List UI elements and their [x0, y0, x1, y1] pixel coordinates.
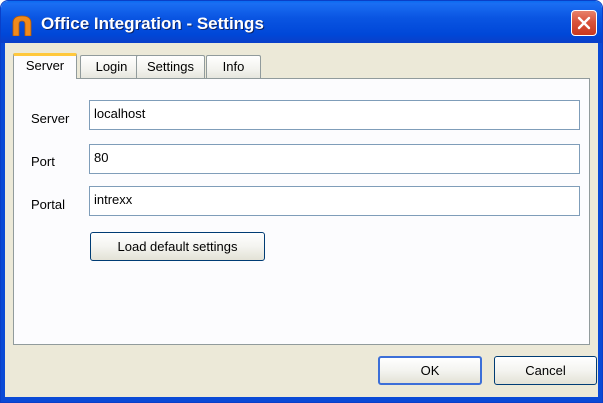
tab-server[interactable]: Server [13, 53, 77, 79]
load-default-settings-button[interactable]: Load default settings [90, 232, 265, 261]
settings-dialog: Office Integration - Settings Server Log… [0, 0, 603, 403]
ok-button[interactable]: OK [378, 356, 482, 385]
cancel-button[interactable]: Cancel [494, 356, 597, 385]
close-button[interactable] [571, 10, 597, 36]
server-label: Server [31, 111, 70, 126]
window-title: Office Integration - Settings [41, 14, 264, 33]
title-bar[interactable]: Office Integration - Settings [1, 1, 602, 43]
tab-info[interactable]: Info [206, 55, 261, 78]
server-input[interactable] [89, 100, 580, 130]
window-border-right [598, 43, 602, 402]
close-icon [577, 16, 591, 30]
server-tab-panel: Server Port Portal Load default settings [13, 78, 590, 345]
window-border-left [1, 43, 5, 402]
tab-login[interactable]: Login [80, 55, 143, 78]
intrexx-app-icon [11, 14, 33, 37]
portal-input[interactable] [89, 186, 580, 216]
port-input[interactable] [89, 144, 580, 174]
window-border-bottom [1, 397, 602, 402]
portal-label: Portal [31, 197, 65, 212]
tab-settings[interactable]: Settings [136, 55, 205, 78]
port-label: Port [31, 154, 55, 169]
